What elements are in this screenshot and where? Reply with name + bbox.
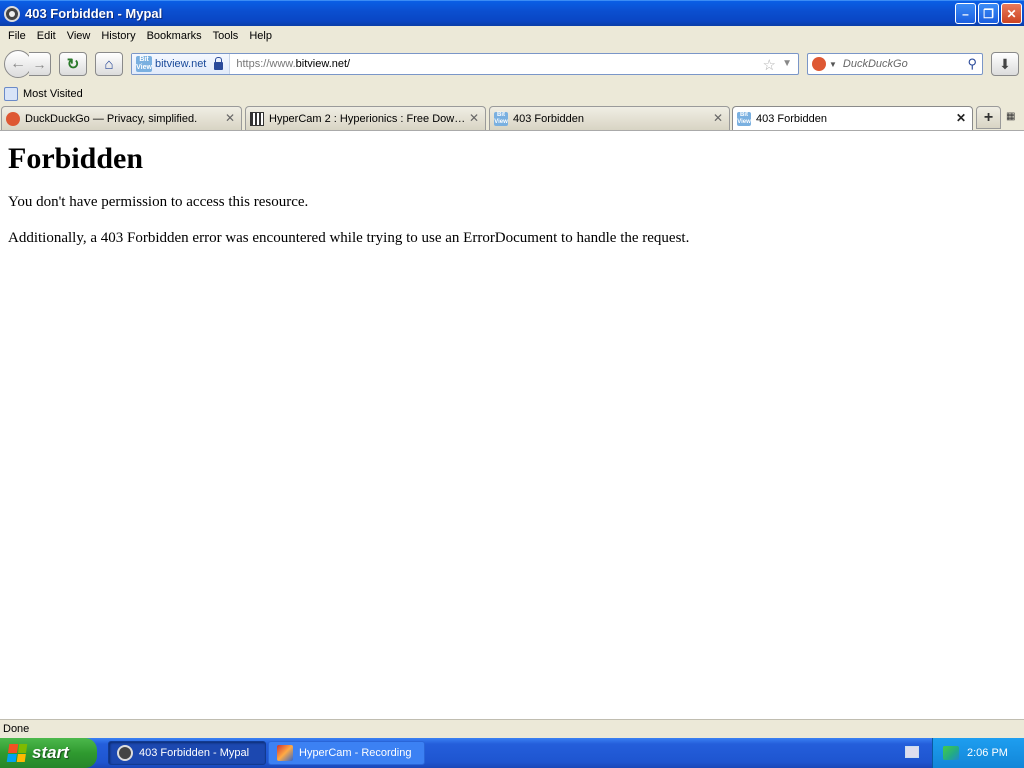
list-all-tabs-icon[interactable]: ▦ (1006, 111, 1020, 125)
keyboard-icon[interactable] (905, 746, 919, 758)
back-arrow-icon: ← (10, 55, 26, 72)
tab-403-forbidden-1[interactable]: Bit View 403 Forbidden ✕ (489, 106, 730, 130)
mypal-app-icon (117, 745, 133, 761)
bookmark-star-icon[interactable]: ☆ (763, 56, 776, 74)
minimize-button[interactable]: – (955, 3, 976, 24)
tab-duckduckgo[interactable]: DuckDuckGo — Privacy, simplified. ✕ (1, 106, 242, 130)
status-text: Done (3, 723, 30, 735)
network-icon[interactable] (943, 746, 959, 760)
url-dropdown-icon[interactable]: ▼ (782, 58, 792, 69)
forward-button[interactable]: → (29, 52, 51, 76)
error-message: You don't have permission to access this… (8, 194, 309, 210)
error-detail: Additionally, a 403 Forbidden error was … (8, 230, 690, 246)
taskbar-item-hypercam[interactable]: HyperCam - Recording (268, 741, 425, 765)
window-controls: – ❐ ✕ (955, 3, 1022, 24)
reload-icon: ↻ (66, 56, 80, 73)
menu-file[interactable]: File (4, 30, 33, 42)
menu-bar: File Edit View History Bookmarks Tools H… (0, 26, 1024, 46)
menu-history[interactable]: History (97, 30, 142, 42)
search-bar[interactable]: ▼ DuckDuckGo ⚲ (807, 53, 983, 75)
status-bar: Done (0, 719, 1024, 738)
lock-icon (214, 57, 224, 70)
close-window-button[interactable]: ✕ (1001, 3, 1022, 24)
taskbar-item-label: HyperCam - Recording (299, 747, 412, 759)
bookmarks-toolbar: Most Visited (0, 84, 1024, 104)
start-button[interactable]: start (0, 738, 97, 768)
duckduckgo-icon (6, 111, 20, 126)
close-tab-icon[interactable]: ✕ (956, 111, 966, 125)
menu-tools[interactable]: Tools (209, 30, 246, 42)
back-button[interactable]: ← (4, 50, 32, 78)
new-tab-button[interactable]: + (976, 106, 1001, 129)
navigation-toolbar: ← → ↻ ⌂ Bit View bitview.net https://www.… (0, 46, 1024, 82)
search-placeholder: DuckDuckGo (842, 58, 908, 70)
tab-label: 403 Forbidden (756, 113, 827, 125)
bitview-icon: Bit View (494, 111, 508, 126)
search-engine-dropdown-icon[interactable]: ▼ (829, 60, 837, 69)
system-tray: 2:06 PM (932, 738, 1024, 768)
archive-icon (250, 111, 264, 126)
menu-bookmarks[interactable]: Bookmarks (143, 30, 209, 42)
downloads-button[interactable]: ⬇ (991, 52, 1019, 76)
search-icon[interactable]: ⚲ (967, 56, 977, 72)
mypal-app-icon[interactable] (4, 5, 20, 22)
tab-label: DuckDuckGo — Privacy, simplified. (25, 112, 198, 125)
taskbar-item-mypal[interactable]: 403 Forbidden - Mypal (108, 741, 266, 765)
forward-arrow-icon: → (32, 56, 47, 72)
tab-403-forbidden-active[interactable]: Bit View 403 Forbidden ✕ (732, 106, 973, 131)
tab-hypercam[interactable]: HyperCam 2 : Hyperionics : Free Downl...… (245, 106, 486, 130)
menu-view[interactable]: View (63, 30, 98, 42)
clock[interactable]: 2:06 PM (967, 747, 1008, 759)
bitview-icon: Bit View (136, 56, 152, 72)
bitview-icon: Bit View (737, 112, 751, 126)
site-identity-button[interactable]: Bit View bitview.net (132, 54, 231, 74)
restore-button[interactable]: ❐ (978, 3, 999, 24)
windows-logo-icon (6, 744, 28, 762)
site-identity-label: bitview.net (155, 58, 207, 70)
most-visited-bookmark[interactable]: Most Visited (23, 88, 83, 100)
page-content: Forbidden You don't have permission to a… (0, 130, 1024, 719)
most-visited-icon (4, 87, 18, 101)
menu-help[interactable]: Help (245, 30, 279, 42)
tab-label: HyperCam 2 : Hyperionics : Free Downl... (269, 112, 469, 125)
page-heading: Forbidden (8, 142, 144, 175)
tab-label: 403 Forbidden (513, 112, 584, 125)
title-bar: 403 Forbidden - Mypal – ❐ ✕ (0, 0, 1024, 26)
download-arrow-icon: ⬇ (999, 55, 1011, 72)
home-icon: ⌂ (104, 55, 114, 73)
taskbar-item-label: 403 Forbidden - Mypal (139, 747, 250, 759)
url-domain: bitview.net/ (295, 58, 351, 70)
home-button[interactable]: ⌂ (95, 52, 123, 76)
close-tab-icon[interactable]: ✕ (469, 111, 479, 125)
menu-edit[interactable]: Edit (33, 30, 63, 42)
tab-strip: DuckDuckGo — Privacy, simplified. ✕ Hype… (0, 106, 1024, 131)
plus-icon: + (983, 108, 994, 126)
close-tab-icon[interactable]: ✕ (713, 111, 723, 125)
taskbar: start 403 Forbidden - Mypal HyperCam - R… (0, 738, 1024, 768)
url-protocol: https://www. (236, 58, 296, 70)
duckduckgo-icon[interactable] (812, 57, 826, 71)
url-bar[interactable]: Bit View bitview.net https://www.bitview.… (131, 53, 799, 75)
window-title: 403 Forbidden - Mypal (25, 6, 163, 21)
start-label: start (32, 743, 69, 762)
reload-button[interactable]: ↻ (59, 52, 87, 76)
hypercam-icon (277, 745, 293, 761)
url-text[interactable]: https://www.bitview.net/ (236, 58, 350, 70)
close-tab-icon[interactable]: ✕ (225, 111, 235, 125)
